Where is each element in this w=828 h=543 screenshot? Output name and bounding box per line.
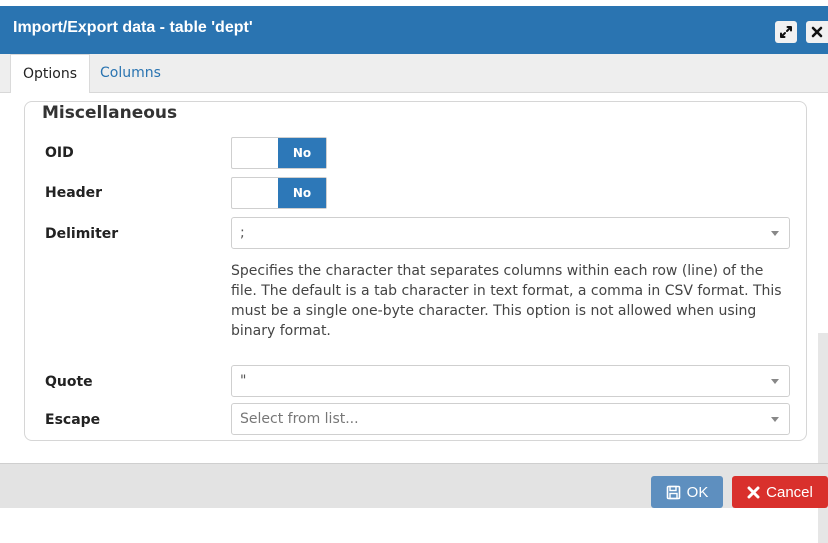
cancel-label: Cancel xyxy=(766,483,813,501)
header-toggle[interactable]: No xyxy=(231,177,327,209)
tab-options[interactable]: Options xyxy=(10,54,91,94)
dialog-titlebar: Import/Export data - table 'dept' xyxy=(0,6,828,54)
close-icon xyxy=(811,26,823,38)
tab-columns[interactable]: Columns xyxy=(88,54,173,92)
maximize-button[interactable] xyxy=(775,21,797,43)
quote-select[interactable]: " xyxy=(231,365,790,397)
delimiter-select[interactable]: ; xyxy=(231,217,790,249)
quote-label: Quote xyxy=(45,374,93,390)
quote-value: " xyxy=(240,373,247,389)
close-button[interactable] xyxy=(806,21,828,43)
import-export-dialog: Import/Export data - table 'dept' Option… xyxy=(0,0,828,543)
escape-placeholder: Select from list... xyxy=(240,411,359,427)
cancel-button[interactable]: Cancel xyxy=(732,476,828,508)
ok-button[interactable]: OK xyxy=(651,476,723,508)
save-icon xyxy=(666,485,681,500)
chevron-down-icon xyxy=(771,379,779,384)
oid-toggle-value: No xyxy=(278,138,326,168)
delimiter-value: ; xyxy=(240,225,245,241)
delimiter-help-text: Specifies the character that separates c… xyxy=(231,263,782,339)
delimiter-label: Delimiter xyxy=(45,226,119,242)
dialog-footer: OK Cancel xyxy=(0,463,828,508)
chevron-down-icon xyxy=(771,231,779,236)
maximize-icon xyxy=(780,26,792,38)
miscellaneous-legend: Miscellaneous xyxy=(34,103,188,123)
ok-label: OK xyxy=(686,483,709,501)
dialog-title: Import/Export data - table 'dept' xyxy=(13,19,253,36)
oid-toggle[interactable]: No xyxy=(231,137,327,169)
escape-select[interactable]: Select from list... xyxy=(231,403,790,435)
header-toggle-value: No xyxy=(278,178,326,208)
chevron-down-icon xyxy=(771,417,779,422)
close-icon xyxy=(747,486,760,499)
escape-label: Escape xyxy=(45,412,101,428)
dialog-content: Miscellaneous OID No Header No Delimiter… xyxy=(0,93,828,543)
header-label: Header xyxy=(45,185,103,201)
content-scrollbar[interactable] xyxy=(818,333,828,543)
oid-label: OID xyxy=(45,145,74,161)
dialog-tabs: Options Columns xyxy=(0,54,828,94)
